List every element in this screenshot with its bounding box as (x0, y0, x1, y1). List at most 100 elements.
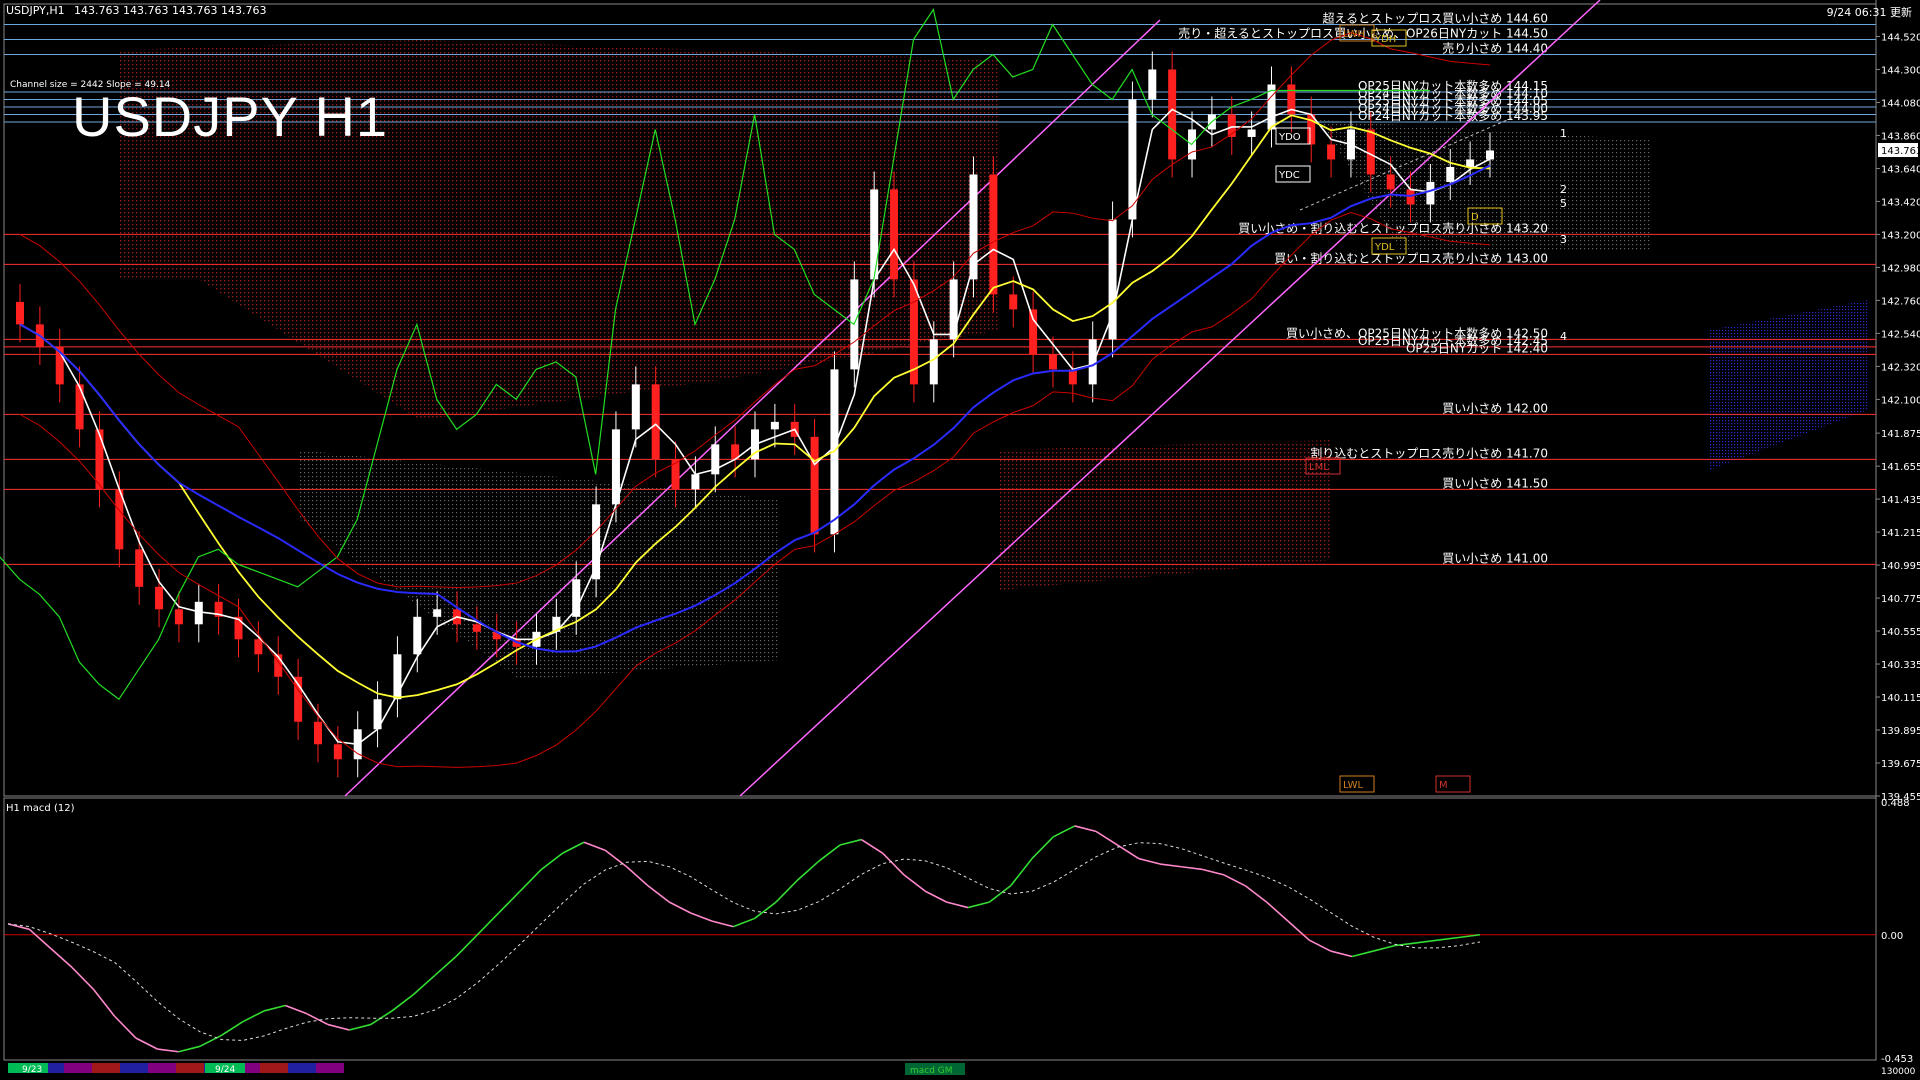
macd-segment (1415, 939, 1438, 944)
timestamp: 9/24 06:31 更新 (1826, 6, 1912, 19)
candle-body (1366, 129, 1375, 175)
macd-segment (1394, 942, 1417, 947)
macd-segment (135, 1037, 158, 1050)
candle-body (333, 744, 342, 760)
macd-segment (50, 947, 73, 969)
candle-body (1029, 309, 1038, 355)
price-tick: 143.640 (1881, 164, 1920, 175)
candle-body (174, 609, 183, 625)
candle-body (929, 339, 938, 385)
price-tick: 144.300 (1881, 65, 1920, 76)
ohlc-readout: 143.763 143.763 143.763 143.763 (74, 4, 267, 17)
price-tick: 141.435 (1881, 495, 1920, 506)
macd-segment (476, 912, 500, 936)
session-bar (92, 1063, 120, 1073)
candle-body (1327, 144, 1336, 160)
candle-body (313, 721, 322, 745)
future-cloud-blue (1710, 300, 1868, 470)
macd-segment (540, 852, 564, 871)
macd-segment (946, 901, 969, 909)
candle-body (413, 616, 422, 655)
level-label: 買い小さめ 141.00 (1442, 551, 1548, 565)
macd-segment (583, 841, 606, 852)
macd-segment (455, 934, 478, 958)
macd-segment (818, 844, 841, 862)
kumo-lower-cloud (1000, 440, 1330, 590)
chart-window: { "header": { "instrument": "USDJPY,H1",… (0, 0, 1920, 1080)
candle-body (194, 601, 203, 625)
price-tick: 140.335 (1881, 660, 1920, 671)
candle-body (691, 474, 700, 490)
price-tick: 140.995 (1881, 561, 1920, 572)
projection-label: 1 (1560, 127, 1567, 140)
candle-body (254, 639, 263, 655)
candle-body (1426, 181, 1435, 205)
macd-segment (1138, 857, 1161, 865)
macd-segment (92, 988, 116, 1017)
macd-segment (1181, 865, 1203, 871)
session-bar (64, 1063, 92, 1073)
level-label: OP25日NYカット 142.40 (1406, 341, 1548, 355)
price-tick: 142.320 (1881, 362, 1920, 373)
candle-body (1406, 189, 1415, 205)
macd-segment (1351, 950, 1374, 958)
price-tick: 143.860 (1881, 131, 1920, 142)
macd-segment (967, 901, 990, 909)
macd-segment (754, 901, 777, 920)
macd-segment (242, 1010, 265, 1023)
macd-segment (285, 1004, 307, 1015)
price-tick: 139.675 (1881, 759, 1920, 770)
macd-segment (626, 866, 649, 887)
macd-segment (199, 1034, 222, 1048)
macd-segment (220, 1021, 244, 1037)
macd-segment (1287, 920, 1310, 941)
macd-segment (1095, 830, 1118, 846)
macd-segment (562, 841, 585, 854)
marker-lml: LML (1309, 462, 1329, 473)
macd-segment (327, 1023, 350, 1031)
macd-segment (1308, 939, 1332, 952)
candle-body (1446, 166, 1455, 182)
marker-lwl: LWL (1343, 780, 1364, 791)
session-bar (316, 1063, 344, 1073)
macd-segment (1437, 936, 1459, 941)
candle-body (1247, 129, 1256, 137)
price-tick: 142.540 (1881, 329, 1920, 340)
level-label: OP24日NYカット本数多め 143.95 (1358, 108, 1548, 123)
candle-body (155, 586, 164, 610)
macd-segment (988, 885, 1012, 903)
price-tick: 141.655 (1881, 462, 1920, 473)
session-bar (260, 1063, 288, 1073)
price-chart: 超えるとストップロス買い小さめ 144.60売り・超えるとストップロス買い小さめ… (0, 0, 1920, 1077)
macd-tab: macd GM (910, 1066, 953, 1076)
macd-segment (263, 1004, 286, 1012)
candle-body (1009, 294, 1018, 310)
candle-body (95, 429, 104, 490)
macd-segment (1330, 950, 1353, 958)
macd-panel-frame (3, 797, 1877, 1061)
macd-segment (882, 852, 905, 876)
macd-segment (647, 885, 670, 903)
last-price: 143.763 (1881, 146, 1920, 157)
macd-panel-label: H1 macd (12) (6, 803, 75, 814)
marker-ydo: YDO (1278, 132, 1301, 143)
candle-body (1168, 69, 1177, 160)
macd-segment (412, 974, 436, 996)
level-label: 売り小さめ 144.40 (1442, 40, 1548, 55)
candle-body (810, 436, 819, 535)
macd-segment (1010, 858, 1033, 887)
price-tick: 141.875 (1881, 429, 1920, 440)
session-bar (288, 1063, 316, 1073)
session-bar (148, 1063, 176, 1073)
macd-segment (604, 849, 628, 868)
time-label: 9/24 (215, 1065, 235, 1075)
price-tick: 144.520 (1881, 32, 1920, 43)
session-bar (176, 1063, 204, 1073)
macd-segment (1116, 844, 1140, 860)
macd-segment (114, 1015, 137, 1039)
macd-segment (860, 838, 884, 854)
price-tick: 139.895 (1881, 726, 1920, 737)
price-tick: 140.775 (1881, 594, 1920, 605)
level-label: 買い小さめ 142.00 (1442, 401, 1548, 415)
candle-body (1048, 354, 1057, 370)
